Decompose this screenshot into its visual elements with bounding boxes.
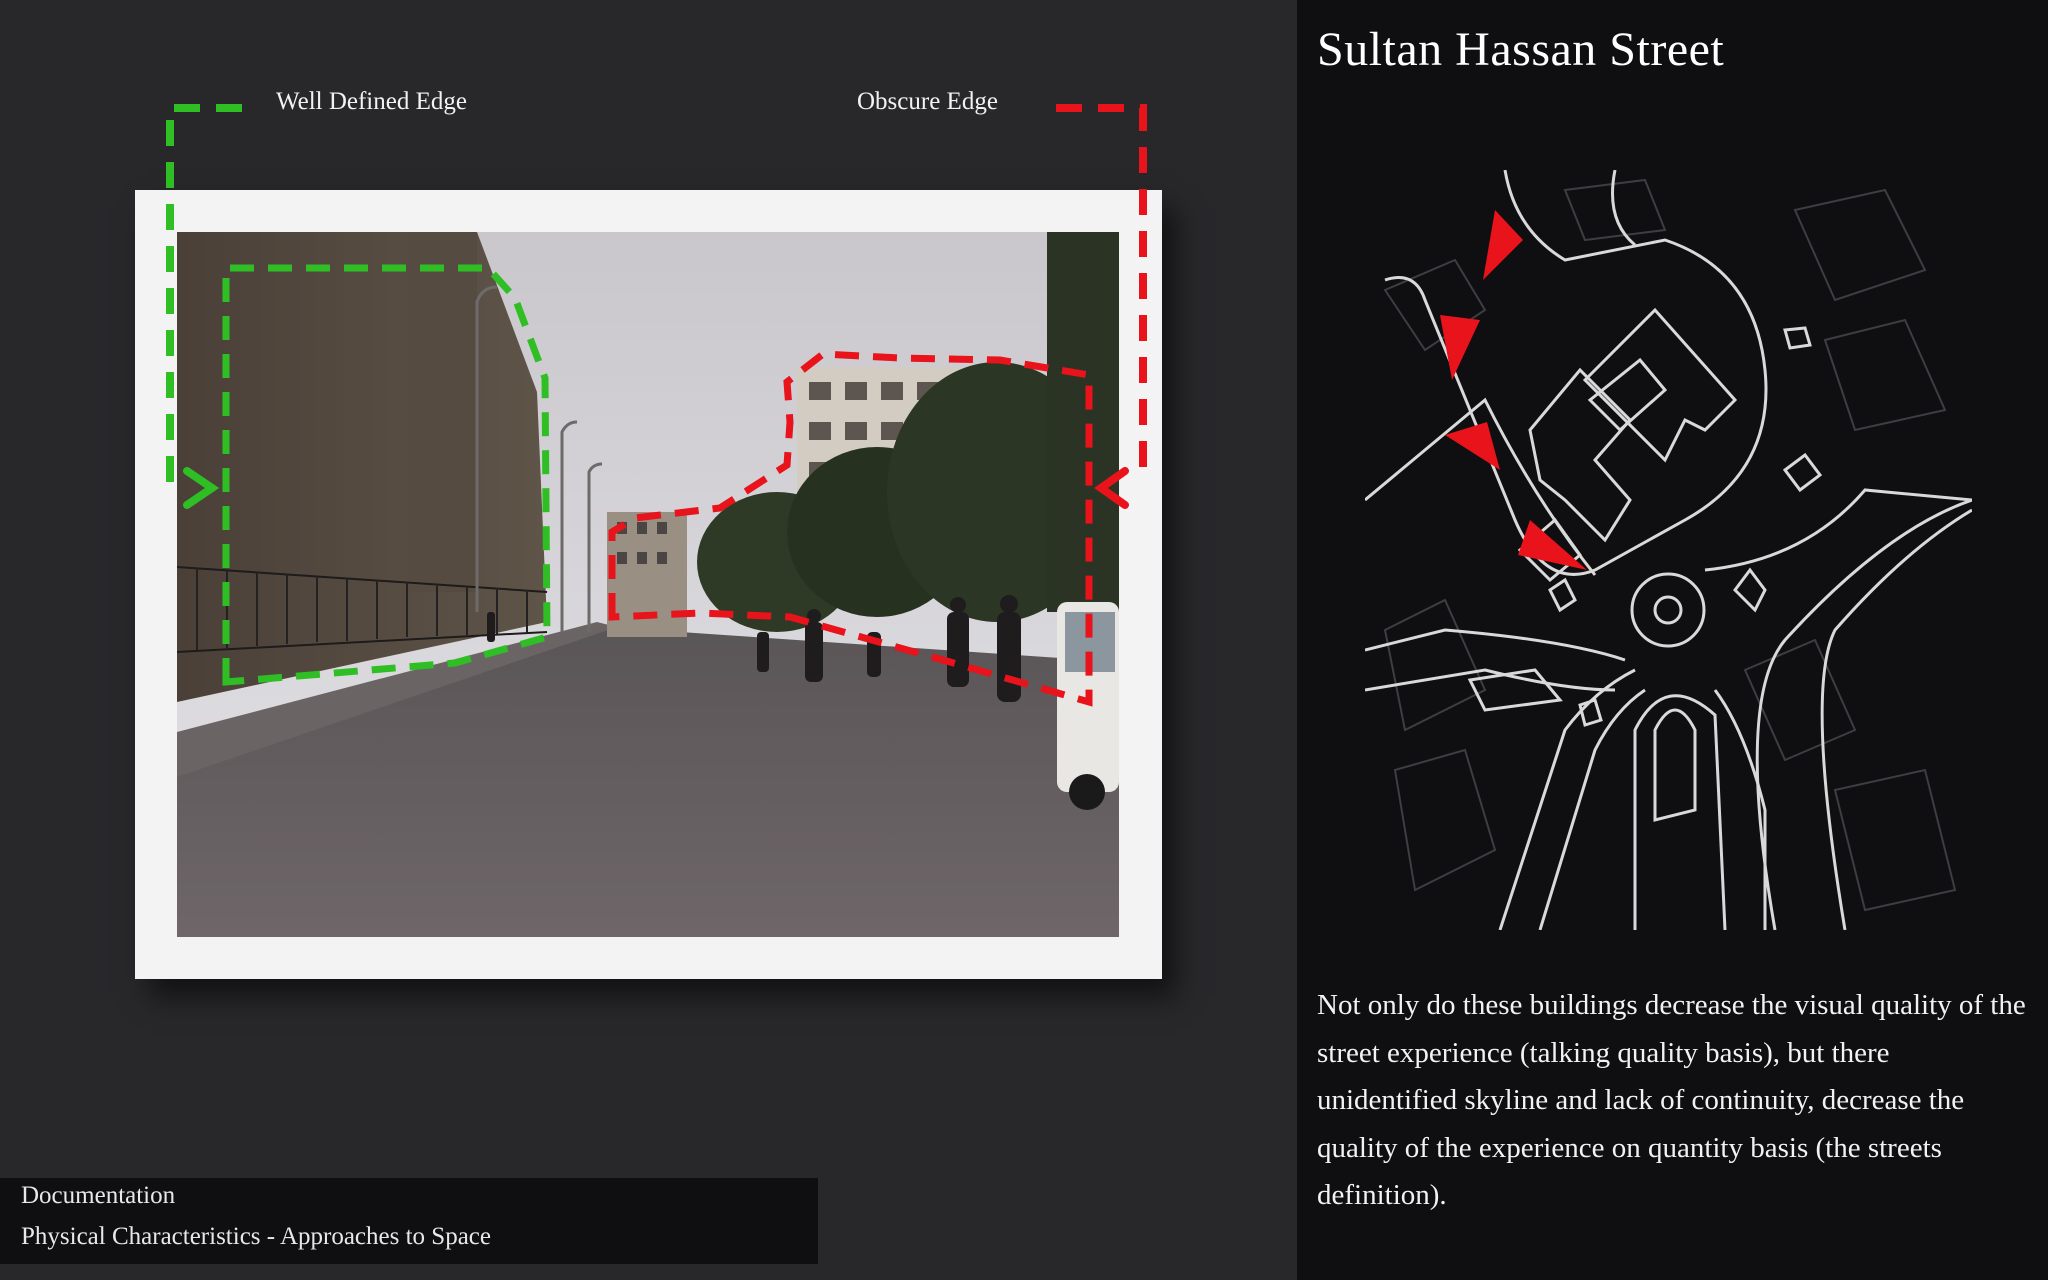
page-title: Sultan Hassan Street bbox=[1317, 23, 1725, 76]
description-text: Not only do these buildings decrease the… bbox=[1317, 989, 2026, 1211]
footer-subsection: Physical Characteristics - Approaches to… bbox=[21, 1223, 491, 1250]
site-map bbox=[1365, 170, 1972, 930]
well-defined-edge-label: Well Defined Edge bbox=[276, 88, 467, 115]
obscure-edge-label: Obscure Edge bbox=[857, 88, 998, 115]
footer-section: Documentation bbox=[21, 1182, 176, 1209]
street-photo bbox=[177, 232, 1119, 937]
